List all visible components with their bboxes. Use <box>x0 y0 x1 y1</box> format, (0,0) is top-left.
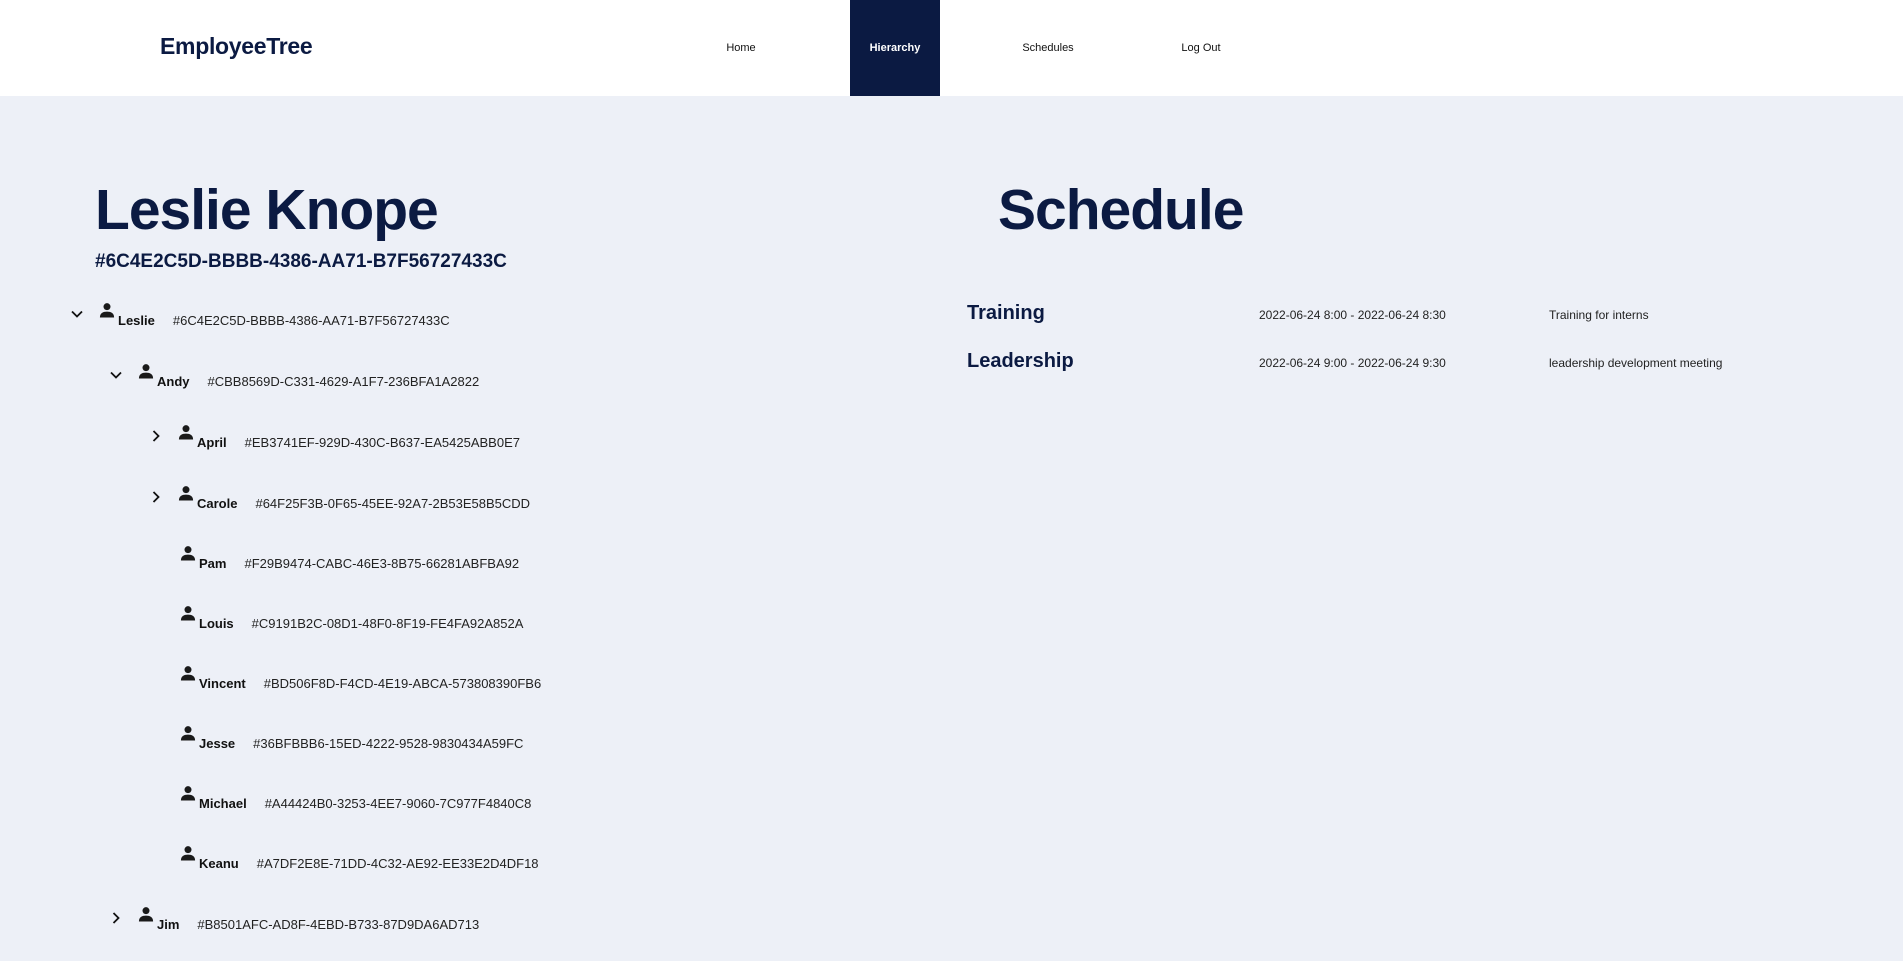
tree-node[interactable]: Jesse #36BFBBB6-15ED-4222-9528-9830434A5… <box>178 723 523 751</box>
person-icon <box>136 904 156 924</box>
nav-log-out[interactable]: Log Out <box>1151 0 1251 96</box>
tree-node[interactable]: Michael #A44424B0-3253-4EE7-9060-7C977F4… <box>178 783 531 811</box>
tree-node-id: #F29B9474-CABC-46E3-8B75-66281ABFBA92 <box>244 556 520 571</box>
person-icon <box>136 361 156 381</box>
person-icon <box>178 603 198 623</box>
person-icon <box>178 723 198 743</box>
tree-node-name[interactable]: Vincent <box>199 676 246 691</box>
nav-home[interactable]: Home <box>691 0 791 96</box>
tree-node[interactable]: Keanu #A7DF2E8E-71DD-4C32-AE92-EE33E2D4D… <box>178 843 539 871</box>
schedule-item-title: Training <box>967 302 1045 324</box>
tree-node-name[interactable]: Pam <box>199 556 226 571</box>
tree-node-id: #C9191B2C-08D1-48F0-8F19-FE4FA92A852A <box>251 616 524 631</box>
chevron-down-icon[interactable] <box>108 367 124 383</box>
chevron-down-icon[interactable] <box>69 306 85 322</box>
tree-node-id: #A44424B0-3253-4EE7-9060-7C977F4840C8 <box>264 796 532 811</box>
tree-node-id: #A7DF2E8E-71DD-4C32-AE92-EE33E2D4DF18 <box>256 856 539 871</box>
tree-node[interactable]: Andy #CBB8569D-C331-4629-A1F7-236BFA1A28… <box>108 361 479 389</box>
schedule-item-description: Training for interns <box>1549 308 1649 322</box>
tree-node-id: #64F25F3B-0F65-45EE-92A7-2B53E58B5CDD <box>255 496 531 511</box>
tree-node-name[interactable]: Michael <box>199 796 247 811</box>
tree-node-id: #6C4E2C5D-BBBB-4386-AA71-B7F56727433C <box>172 313 450 328</box>
tree-node[interactable]: Leslie #6C4E2C5D-BBBB-4386-AA71-B7F56727… <box>69 300 450 328</box>
person-icon <box>178 543 198 563</box>
employee-id: #6C4E2C5D-BBBB-4386-AA71-B7F56727433C <box>95 251 507 272</box>
tree-node[interactable]: Jim #B8501AFC-AD8F-4EBD-B733-87D9DA6AD71… <box>108 904 479 932</box>
schedule-item-time: 2022-06-24 8:00 - 2022-06-24 8:30 <box>1259 308 1446 322</box>
tree-node[interactable]: April #EB3741EF-929D-430C-B637-EA5425ABB… <box>148 422 520 450</box>
schedule-item-title: Leadership <box>967 350 1074 372</box>
nav-hierarchy[interactable]: Hierarchy <box>850 0 940 96</box>
tree-node[interactable]: Carole #64F25F3B-0F65-45EE-92A7-2B53E58B… <box>148 483 530 511</box>
schedule-item: Leadership 2022-06-24 9:00 - 2022-06-24 … <box>967 350 1867 380</box>
tree-node-name[interactable]: Jesse <box>199 736 235 751</box>
tree-node-name[interactable]: Andy <box>157 374 190 389</box>
app-logo[interactable]: EmployeeTree <box>160 33 313 60</box>
person-icon <box>178 843 198 863</box>
tree-node-name[interactable]: Keanu <box>199 856 239 871</box>
tree-node-id: #CBB8569D-C331-4629-A1F7-236BFA1A2822 <box>207 374 480 389</box>
person-icon <box>176 483 196 503</box>
schedule-item-description: leadership development meeting <box>1549 356 1723 370</box>
tree-node-name[interactable]: Leslie <box>118 313 155 328</box>
person-icon <box>178 663 198 683</box>
tree-node-id: #BD506F8D-F4CD-4E19-ABCA-573808390FB6 <box>263 676 542 691</box>
tree-node-name[interactable]: Louis <box>199 616 234 631</box>
schedule-item: Training 2022-06-24 8:00 - 2022-06-24 8:… <box>967 302 1867 332</box>
person-icon <box>178 783 198 803</box>
schedule-item-time: 2022-06-24 9:00 - 2022-06-24 9:30 <box>1259 356 1446 370</box>
tree-node-name[interactable]: April <box>197 435 227 450</box>
nav-schedules[interactable]: Schedules <box>998 0 1098 96</box>
tree-node[interactable]: Vincent #BD506F8D-F4CD-4E19-ABCA-5738083… <box>178 663 541 691</box>
chevron-right-icon[interactable] <box>148 489 164 505</box>
tree-node-id: #B8501AFC-AD8F-4EBD-B733-87D9DA6AD713 <box>197 917 480 932</box>
tree-node[interactable]: Louis #C9191B2C-08D1-48F0-8F19-FE4FA92A8… <box>178 603 523 631</box>
tree-node-name[interactable]: Jim <box>157 917 179 932</box>
person-icon <box>176 422 196 442</box>
schedule-title: Schedule <box>998 178 1244 242</box>
employee-name: Leslie Knope <box>95 178 439 242</box>
top-navbar: EmployeeTree Home Hierarchy Schedules Lo… <box>0 0 1903 96</box>
tree-node-name[interactable]: Carole <box>197 496 237 511</box>
chevron-right-icon[interactable] <box>148 428 164 444</box>
person-icon <box>97 300 117 320</box>
tree-node[interactable]: Pam #F29B9474-CABC-46E3-8B75-66281ABFBA9… <box>178 543 519 571</box>
tree-node-id: #36BFBBB6-15ED-4222-9528-9830434A59FC <box>253 736 524 751</box>
chevron-right-icon[interactable] <box>108 910 124 926</box>
tree-node-id: #EB3741EF-929D-430C-B637-EA5425ABB0E7 <box>244 435 520 450</box>
